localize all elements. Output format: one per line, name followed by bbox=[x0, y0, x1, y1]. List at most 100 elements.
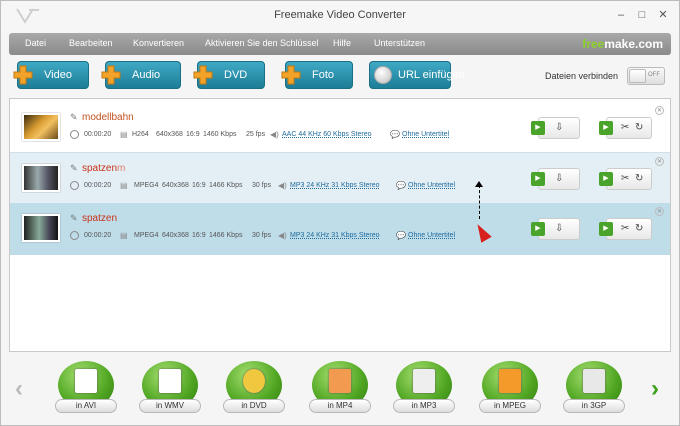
pencil-icon[interactable]: ✎ bbox=[70, 163, 78, 174]
preview-button[interactable]: ▶ ⇩ bbox=[531, 168, 580, 190]
video-bitrate: 1466 Kbps bbox=[209, 232, 243, 239]
subtitle-info[interactable]: Ohne Untertitel bbox=[408, 232, 455, 239]
maximize-icon[interactable]: □ bbox=[635, 8, 649, 22]
rotate-icon: ↻ bbox=[635, 122, 644, 133]
file-list: ✎ modellbahn 00:00:20 ▤ H264 640x368 16:… bbox=[9, 98, 671, 352]
output-icon: ⇩ bbox=[555, 122, 564, 133]
next-formats-arrow-icon[interactable]: › bbox=[651, 375, 659, 403]
output-icon: ⇩ bbox=[555, 173, 564, 184]
file-name[interactable]: spatzenm bbox=[82, 163, 125, 174]
drag-guide-line bbox=[479, 185, 480, 219]
audio-info[interactable]: MP3 24 KHz 31 Kbps Stereo bbox=[290, 232, 380, 239]
close-window-icon[interactable]: ✕ bbox=[656, 8, 670, 22]
window-title: Freemake Video Converter bbox=[274, 9, 406, 21]
output-icon: ⇩ bbox=[555, 223, 564, 234]
output-3gp-button[interactable]: in 3GP bbox=[561, 361, 627, 421]
file-name[interactable]: spatzen bbox=[82, 213, 117, 224]
video-fps: 25 fps bbox=[246, 131, 266, 138]
video-codec: MPEG4 bbox=[134, 232, 159, 239]
file-name[interactable]: modellbahn bbox=[82, 112, 134, 123]
add-video-button[interactable]: Video bbox=[13, 61, 89, 89]
output-avi-button[interactable]: in AVI bbox=[53, 361, 119, 421]
add-photo-button[interactable]: Foto bbox=[281, 61, 353, 89]
menu-bar: Datei Bearbeiten Konvertieren Aktivieren… bbox=[9, 33, 671, 55]
video-bitrate: 1466 Kbps bbox=[209, 182, 243, 189]
file-row[interactable]: ✎ spatzen 00:00:20 ▤ MPEG4 640x368 16:9 … bbox=[10, 203, 670, 255]
duration: 00:00:20 bbox=[84, 182, 112, 189]
video-info-icon: ▤ bbox=[120, 130, 128, 139]
edit-button[interactable]: ▶ ✂ ↻ bbox=[599, 117, 652, 139]
edit-button[interactable]: ▶ ✂ ↻ bbox=[599, 168, 652, 190]
file-row[interactable]: ✎ spatzenm 00:00:20 ▤ MPEG4 640x368 16:9… bbox=[10, 152, 670, 204]
video-bitrate: 1460 Kbps bbox=[203, 131, 237, 138]
speaker-icon: ◀) bbox=[270, 130, 279, 139]
prev-formats-arrow-icon[interactable]: ‹ bbox=[15, 375, 23, 403]
play-icon: ▶ bbox=[531, 121, 545, 135]
video-info-icon: ▤ bbox=[120, 181, 128, 190]
video-codec: MPEG4 bbox=[134, 182, 159, 189]
toggle-knob bbox=[629, 69, 646, 83]
edit-button[interactable]: ▶ ✂ ↻ bbox=[599, 218, 652, 240]
output-dvd-button[interactable]: in DVD bbox=[221, 361, 287, 421]
globe-icon bbox=[374, 66, 392, 84]
brand-logo[interactable]: freemake.com bbox=[582, 37, 663, 51]
remove-file-icon[interactable]: ✕ bbox=[655, 106, 664, 115]
video-codec: H264 bbox=[132, 131, 149, 138]
video-thumbnail bbox=[22, 113, 60, 141]
title-bar: Freemake Video Converter – □ ✕ bbox=[1, 1, 679, 31]
video-resolution: 640x368 bbox=[162, 232, 189, 239]
subtitle-info[interactable]: Ohne Untertitel bbox=[402, 131, 449, 138]
subtitle-info[interactable]: Ohne Untertitel bbox=[408, 182, 455, 189]
speaker-icon: ◀) bbox=[278, 181, 287, 190]
menu-file[interactable]: Datei bbox=[25, 38, 46, 48]
pencil-icon[interactable]: ✎ bbox=[70, 213, 78, 224]
video-aspect: 16:9 bbox=[192, 232, 206, 239]
menu-help[interactable]: Hilfe bbox=[333, 38, 351, 48]
audio-info[interactable]: MP3 24 KHz 31 Kbps Stereo bbox=[290, 182, 380, 189]
output-wmv-button[interactable]: in WMV bbox=[137, 361, 203, 421]
menu-edit[interactable]: Bearbeiten bbox=[69, 38, 113, 48]
plus-icon bbox=[101, 65, 121, 85]
drag-arrow-icon bbox=[475, 181, 483, 187]
output-mpeg-button[interactable]: in MPEG bbox=[477, 361, 543, 421]
video-resolution: 640x368 bbox=[162, 182, 189, 189]
audio-info[interactable]: AAC 44 KHz 60 Kbps Stereo bbox=[282, 131, 372, 138]
clock-icon bbox=[70, 181, 79, 190]
duration: 00:00:20 bbox=[84, 131, 112, 138]
paste-url-button[interactable]: URL einfügen bbox=[369, 61, 465, 89]
preview-button[interactable]: ▶ ⇩ bbox=[531, 218, 580, 240]
plus-icon bbox=[281, 65, 301, 85]
video-thumbnail bbox=[22, 214, 60, 242]
remove-file-icon[interactable]: ✕ bbox=[655, 157, 664, 166]
plus-icon bbox=[193, 65, 213, 85]
speaker-icon: ◀) bbox=[278, 231, 287, 240]
plus-icon bbox=[13, 65, 33, 85]
subtitle-icon: 💬 bbox=[396, 231, 406, 240]
join-files-toggle[interactable]: OFF bbox=[627, 67, 665, 85]
video-aspect: 16:9 bbox=[192, 182, 206, 189]
subtitle-icon: 💬 bbox=[396, 181, 406, 190]
preview-button[interactable]: ▶ ⇩ bbox=[531, 117, 580, 139]
menu-support[interactable]: Unterstützen bbox=[374, 38, 425, 48]
video-fps: 30 fps bbox=[252, 182, 272, 189]
app-window: Freemake Video Converter – □ ✕ Datei Bea… bbox=[0, 0, 680, 426]
join-files-label: Dateien verbinden bbox=[545, 71, 619, 81]
video-fps: 30 fps bbox=[252, 232, 272, 239]
video-thumbnail bbox=[22, 164, 60, 192]
video-aspect: 16:9 bbox=[186, 131, 200, 138]
menu-convert[interactable]: Konvertieren bbox=[133, 38, 184, 48]
file-row[interactable]: ✎ modellbahn 00:00:20 ▤ H264 640x368 16:… bbox=[10, 102, 670, 154]
output-mp3-button[interactable]: in MP3 bbox=[391, 361, 457, 421]
scissors-icon: ✂ bbox=[621, 122, 630, 133]
pencil-icon[interactable]: ✎ bbox=[70, 112, 78, 123]
clock-icon bbox=[70, 130, 79, 139]
video-info-icon: ▤ bbox=[120, 231, 128, 240]
add-dvd-button[interactable]: DVD bbox=[193, 61, 265, 89]
add-audio-button[interactable]: Audio bbox=[101, 61, 181, 89]
rotate-icon: ↻ bbox=[635, 223, 644, 234]
menu-activate[interactable]: Aktivieren Sie den Schlüssel bbox=[205, 38, 319, 48]
rotate-icon: ↻ bbox=[635, 173, 644, 184]
minimize-icon[interactable]: – bbox=[614, 8, 628, 22]
remove-file-icon[interactable]: ✕ bbox=[655, 207, 664, 216]
output-mp4-button[interactable]: in MP4 bbox=[307, 361, 373, 421]
